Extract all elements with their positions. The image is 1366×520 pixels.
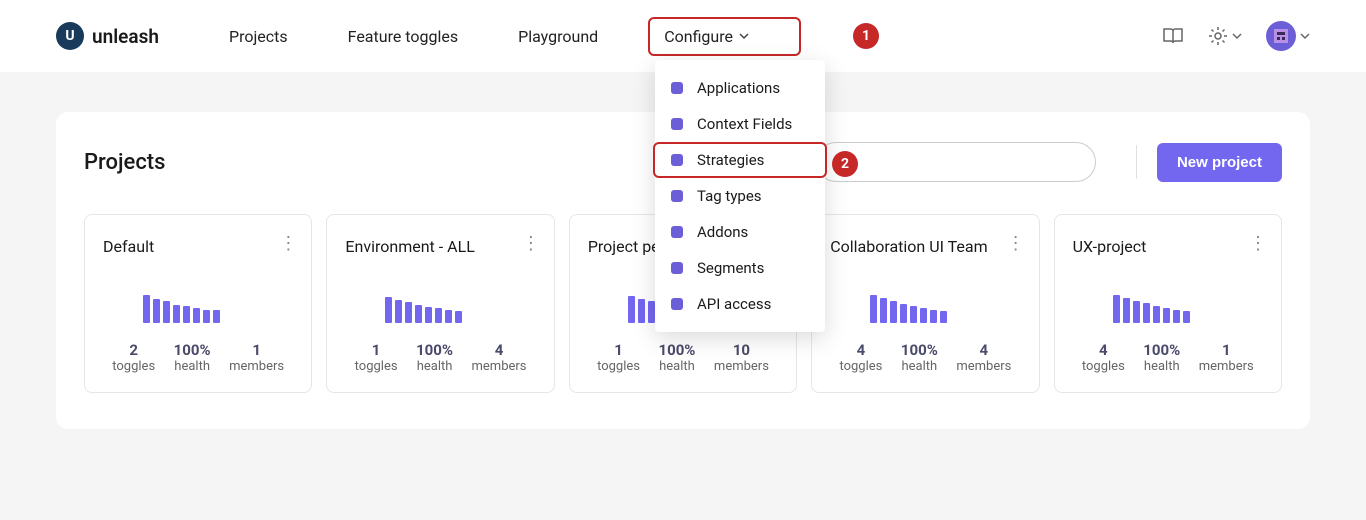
- stat-toggles-value: 1: [355, 341, 398, 359]
- square-icon: [671, 226, 683, 238]
- square-icon: [671, 262, 683, 274]
- nav-playground[interactable]: Playground: [508, 21, 608, 52]
- stat-toggles-value: 4: [839, 341, 882, 359]
- square-icon: [671, 118, 683, 130]
- gear-icon: [1208, 26, 1228, 46]
- sparkline: [870, 293, 1020, 323]
- chevron-down-icon: [739, 31, 749, 41]
- nav-configure-label: Configure: [664, 27, 733, 46]
- stat-health-label: health: [1143, 359, 1180, 374]
- dropdown-label: Strategies: [697, 151, 764, 169]
- project-stats: 1toggles 100%health 10members: [588, 341, 778, 374]
- square-icon: [671, 154, 683, 166]
- stat-members-label: members: [956, 359, 1011, 374]
- user-menu[interactable]: [1266, 21, 1310, 51]
- stat-members-value: 4: [472, 341, 527, 359]
- dropdown-strategies[interactable]: Strategies: [653, 142, 827, 178]
- chevron-down-icon: [1300, 31, 1310, 41]
- stat-members-label: members: [472, 359, 527, 374]
- dropdown-applications[interactable]: Applications: [655, 70, 825, 106]
- stat-members-value: 4: [956, 341, 1011, 359]
- annotation-marker-2: 2: [832, 151, 858, 177]
- project-card-title: Environment - ALL: [345, 237, 535, 281]
- stat-toggles-label: toggles: [597, 359, 640, 374]
- stat-toggles-value: 2: [112, 341, 155, 359]
- logo-text: unleash: [92, 25, 159, 48]
- project-card[interactable]: Default ⋮ 2toggles 100%health 1members: [84, 214, 312, 393]
- configure-dropdown: Applications Context Fields Strategies T…: [655, 60, 825, 332]
- stat-members-label: members: [1199, 359, 1254, 374]
- stat-health-label: health: [901, 359, 938, 374]
- dropdown-label: API access: [697, 295, 771, 313]
- divider: [1136, 145, 1137, 179]
- stat-health-value: 100%: [1143, 341, 1180, 359]
- stat-members-value: 10: [714, 341, 769, 359]
- project-card[interactable]: Collaboration UI Team ⋮ 4toggles 100%hea…: [811, 214, 1039, 393]
- stat-health-value: 100%: [416, 341, 453, 359]
- dropdown-api-access[interactable]: API access: [655, 286, 825, 322]
- avatar: [1266, 21, 1296, 51]
- square-icon: [671, 82, 683, 94]
- project-card-title: Collaboration UI Team: [830, 237, 1020, 281]
- annotation-marker-1: 1: [853, 23, 879, 49]
- page-title: Projects: [84, 150, 165, 175]
- stat-members-value: 1: [229, 341, 284, 359]
- nav-configure[interactable]: Configure: [648, 17, 801, 56]
- project-card-title: Default: [103, 237, 293, 281]
- dropdown-label: Segments: [697, 259, 764, 277]
- square-icon: [671, 190, 683, 202]
- stat-health-value: 100%: [658, 341, 695, 359]
- project-card-title: UX-project: [1073, 237, 1263, 281]
- nav-projects[interactable]: Projects: [219, 21, 298, 52]
- project-card[interactable]: UX-project ⋮ 4toggles 100%health 1member…: [1054, 214, 1282, 393]
- stat-toggles-label: toggles: [1082, 359, 1125, 374]
- stat-toggles-label: toggles: [112, 359, 155, 374]
- settings-menu[interactable]: [1208, 26, 1242, 46]
- project-stats: 2toggles 100%health 1members: [103, 341, 293, 374]
- dropdown-tag-types[interactable]: Tag types: [655, 178, 825, 214]
- dropdown-label: Applications: [697, 79, 780, 97]
- project-stats: 1toggles 100%health 4members: [345, 341, 535, 374]
- dropdown-label: Context Fields: [697, 115, 792, 133]
- stat-members-label: members: [229, 359, 284, 374]
- logo-mark-icon: U: [56, 22, 84, 50]
- dropdown-segments[interactable]: Segments: [655, 250, 825, 286]
- docs-icon[interactable]: [1162, 27, 1184, 45]
- topbar: U unleash Projects Feature toggles Playg…: [0, 0, 1366, 72]
- dropdown-addons[interactable]: Addons: [655, 214, 825, 250]
- sparkline: [1113, 293, 1263, 323]
- stat-health-value: 100%: [901, 341, 938, 359]
- stat-health-label: health: [174, 359, 211, 374]
- sparkline: [143, 293, 293, 323]
- stat-toggles-label: toggles: [839, 359, 882, 374]
- dropdown-label: Tag types: [697, 187, 762, 205]
- project-card[interactable]: Environment - ALL ⋮ 1toggles 100%health …: [326, 214, 554, 393]
- stat-health-value: 100%: [174, 341, 211, 359]
- stat-toggles-label: toggles: [355, 359, 398, 374]
- kebab-icon[interactable]: ⋮: [1007, 235, 1025, 253]
- nav-feature-toggles[interactable]: Feature toggles: [338, 21, 468, 52]
- stat-members-label: members: [714, 359, 769, 374]
- stat-toggles-value: 1: [597, 341, 640, 359]
- primary-nav: Projects Feature toggles Playground Conf…: [219, 17, 879, 56]
- kebab-icon[interactable]: ⋮: [522, 235, 540, 253]
- stat-health-label: health: [416, 359, 453, 374]
- dropdown-context-fields[interactable]: Context Fields: [655, 106, 825, 142]
- stat-members-value: 1: [1199, 341, 1254, 359]
- annotation-marker-2-wrap: 2: [832, 151, 858, 177]
- sparkline: [385, 293, 535, 323]
- new-project-button[interactable]: New project: [1157, 143, 1282, 182]
- project-stats: 4toggles 100%health 4members: [830, 341, 1020, 374]
- chevron-down-icon: [1232, 31, 1242, 41]
- topbar-right: [1162, 21, 1310, 51]
- stat-toggles-value: 4: [1082, 341, 1125, 359]
- stat-health-label: health: [658, 359, 695, 374]
- square-icon: [671, 298, 683, 310]
- logo[interactable]: U unleash: [56, 22, 159, 50]
- dropdown-label: Addons: [697, 223, 748, 241]
- kebab-icon[interactable]: ⋮: [279, 235, 297, 253]
- kebab-icon[interactable]: ⋮: [1249, 235, 1267, 253]
- project-stats: 4toggles 100%health 1members: [1073, 341, 1263, 374]
